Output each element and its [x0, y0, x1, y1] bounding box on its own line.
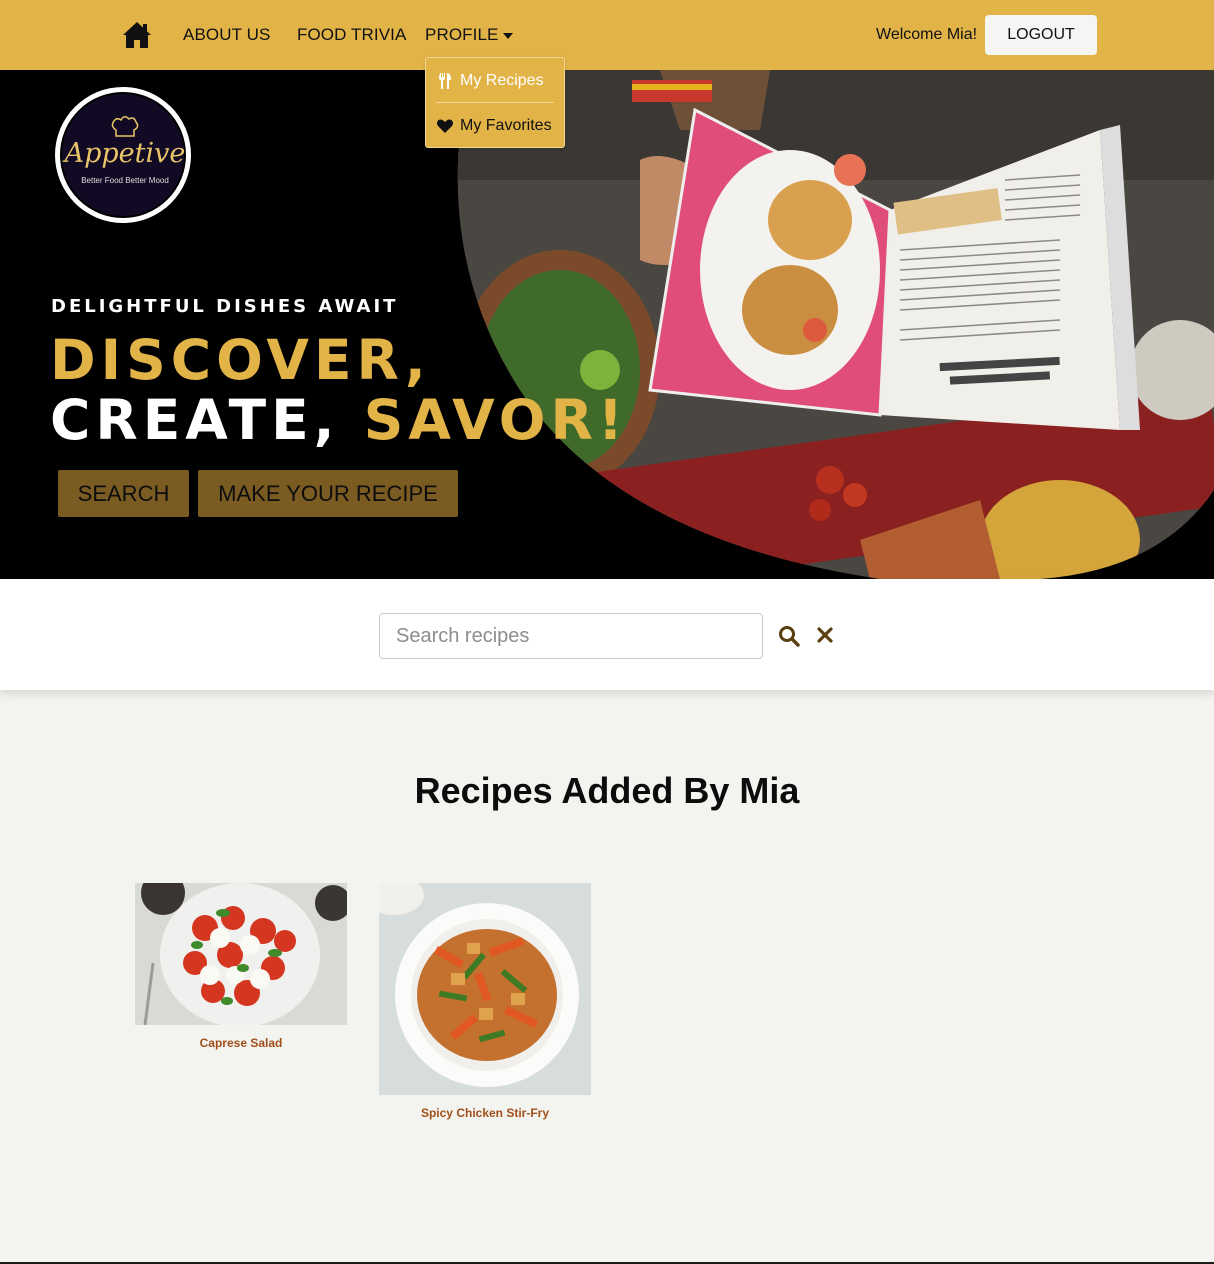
- logo-tagline: Better Food Better Mood: [81, 176, 169, 185]
- search-input[interactable]: [379, 613, 763, 659]
- headline-savor: SAVOR!: [363, 388, 628, 452]
- hero-banner: Appetive Better Food Better Mood DELIGHT…: [0, 70, 1214, 579]
- headline-create: CREATE,: [50, 388, 364, 452]
- recipe-title[interactable]: Caprese Salad: [135, 1036, 347, 1050]
- heart-icon: [437, 119, 453, 133]
- recipe-card[interactable]: Caprese Salad: [135, 883, 347, 1050]
- search-icon[interactable]: [778, 625, 800, 647]
- top-navbar: ABOUT US FOOD TRIVIA PROFILE Welcome Mia…: [0, 0, 1214, 70]
- menu-divider: [436, 102, 554, 103]
- profile-dropdown-menu: My Recipes My Favorites: [425, 57, 565, 148]
- logout-button[interactable]: LOGOUT: [985, 15, 1097, 55]
- logo-badge: Appetive Better Food Better Mood: [60, 92, 186, 218]
- hero-headline-line2: CREATE, SAVOR!: [50, 390, 628, 450]
- logo-wordmark: Appetive: [64, 138, 186, 169]
- menu-item-label: My Favorites: [460, 117, 552, 134]
- close-icon[interactable]: [817, 627, 833, 643]
- nav-profile[interactable]: PROFILE: [425, 25, 498, 45]
- nav-food-trivia[interactable]: FOOD TRIVIA: [297, 25, 406, 45]
- recipe-card[interactable]: Spicy Chicken Stir-Fry: [379, 883, 591, 1120]
- utensils-icon: [439, 73, 451, 89]
- recipe-title[interactable]: Spicy Chicken Stir-Fry: [379, 1106, 591, 1120]
- home-icon[interactable]: [122, 21, 152, 49]
- recipe-image[interactable]: [379, 883, 591, 1095]
- welcome-text: Welcome Mia!: [876, 26, 978, 43]
- menu-item-my-favorites[interactable]: My Favorites: [436, 115, 552, 137]
- chef-hat-icon: [111, 116, 139, 137]
- brand-logo[interactable]: Appetive Better Food Better Mood: [55, 87, 191, 223]
- menu-item-my-recipes[interactable]: My Recipes: [436, 70, 544, 92]
- hero-eyebrow: DELIGHTFUL DISHES AWAIT: [51, 296, 399, 317]
- hero-headline-line1: DISCOVER,: [50, 328, 431, 392]
- section-title: Recipes Added By Mia: [414, 770, 800, 811]
- nav-about-us[interactable]: ABOUT US: [183, 25, 270, 45]
- recipe-image[interactable]: [135, 883, 347, 1025]
- hero-search-button[interactable]: SEARCH: [58, 470, 189, 517]
- make-your-recipe-button[interactable]: MAKE YOUR RECIPE: [198, 470, 458, 517]
- menu-item-label: My Recipes: [460, 72, 544, 89]
- search-bar-section: [0, 579, 1214, 690]
- chevron-down-icon[interactable]: [503, 33, 513, 39]
